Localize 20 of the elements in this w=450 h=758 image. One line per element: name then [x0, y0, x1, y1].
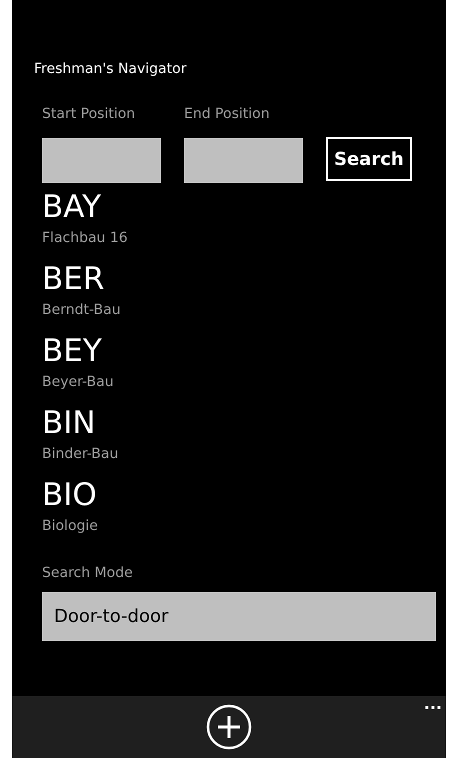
input-field[interactable]	[184, 138, 303, 183]
building-name: Berndt-Bau	[42, 301, 121, 320]
add-icon[interactable]	[206, 704, 252, 750]
building-name: Biologie	[42, 517, 98, 536]
field-label: End Position	[184, 105, 270, 124]
field-label: Start Position	[42, 105, 136, 124]
dropdown-field[interactable]: Door-to-door	[42, 592, 436, 641]
building-code[interactable]: BAY	[42, 189, 102, 225]
building-name: Beyer-Bau	[42, 373, 114, 392]
building-name: Binder-Bau	[42, 445, 118, 464]
building-code[interactable]: BEY	[42, 333, 102, 369]
input-field[interactable]	[42, 138, 161, 183]
field-label: Search Mode	[42, 564, 133, 583]
app-title: Freshman's Navigator	[34, 60, 186, 79]
building-name: Flachbau 16	[42, 229, 128, 248]
building-code[interactable]: BIN	[42, 405, 96, 441]
search-button[interactable]: Search	[326, 137, 412, 181]
building-code[interactable]: BER	[42, 261, 104, 297]
more-button[interactable]: ...	[424, 696, 442, 712]
building-code[interactable]: BIO	[42, 477, 97, 513]
